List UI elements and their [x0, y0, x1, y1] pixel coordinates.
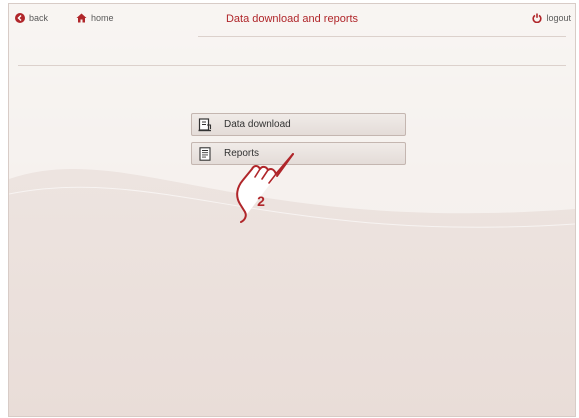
logout-button[interactable]: logout	[532, 13, 571, 23]
top-bar: back home Data download and reports logo…	[9, 4, 575, 36]
reports-button[interactable]: Reports	[191, 142, 406, 165]
pointing-hand-annotation: 2	[236, 153, 294, 223]
power-icon	[532, 13, 543, 23]
app-screen: back home Data download and reports logo…	[8, 3, 576, 417]
section-divider	[18, 65, 566, 66]
logout-label: logout	[546, 13, 571, 23]
page-title: Data download and reports	[225, 13, 359, 25]
download-document-icon	[192, 117, 218, 132]
pointing-hand-icon	[236, 153, 294, 223]
data-download-button[interactable]: Data download	[191, 113, 406, 136]
step-number: 2	[257, 193, 265, 209]
report-document-icon	[192, 146, 218, 161]
header-divider	[198, 36, 566, 37]
data-download-label: Data download	[224, 119, 291, 130]
